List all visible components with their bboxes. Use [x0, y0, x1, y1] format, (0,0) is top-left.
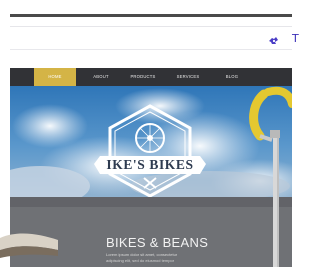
window-border-line — [10, 14, 292, 17]
nav-item-home[interactable]: HOME — [34, 68, 76, 86]
section-text-line-2: adipiscing elit, sed do eiusmod tempor — [106, 258, 175, 263]
nav-item-products[interactable]: PRODUCTS — [124, 68, 162, 86]
logo-title: IKE'S BIKES — [106, 157, 194, 172]
browser-menu-text[interactable]: T — [292, 32, 299, 45]
bicycle-handlebar-image — [249, 86, 292, 267]
toolbar-spacer — [10, 50, 292, 68]
nav-item-services[interactable]: SERVICES — [171, 68, 205, 86]
saddle-image — [0, 233, 58, 258]
browser-toolbar: T — [10, 26, 299, 50]
nav-item-about[interactable]: ABOUT — [90, 68, 112, 86]
puzzle-extension-icon[interactable] — [267, 33, 279, 44]
page-top-margin — [0, 0, 292, 12]
section-title: BIKES & BEANS — [106, 235, 209, 250]
section-text-line-1: Lorem ipsum dolor sit amet, consectetur — [106, 252, 178, 257]
ikes-bikes-logo: IKE'S BIKES — [94, 104, 206, 197]
